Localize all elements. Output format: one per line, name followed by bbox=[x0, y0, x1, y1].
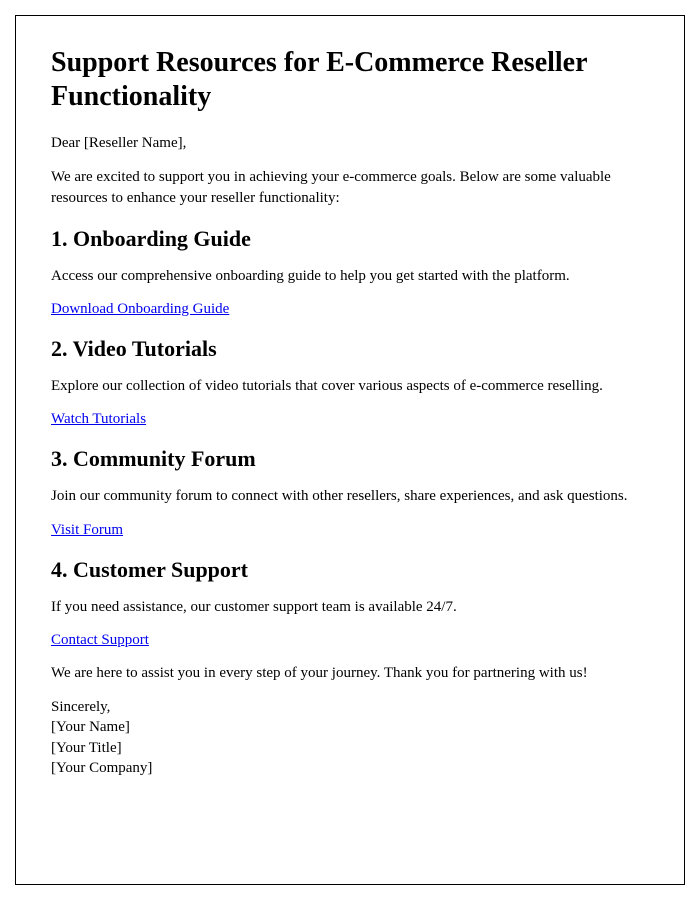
closing-paragraph: We are here to assist you in every step … bbox=[51, 663, 649, 683]
signature-block: Sincerely, [Your Name] [Your Title] [You… bbox=[51, 697, 649, 778]
section-body-tutorials: Explore our collection of video tutorial… bbox=[51, 376, 649, 396]
signoff-company: [Your Company] bbox=[51, 758, 649, 778]
signoff-title: [Your Title] bbox=[51, 738, 649, 758]
document-page: Support Resources for E-Commerce Reselle… bbox=[15, 15, 685, 885]
page-title: Support Resources for E-Commerce Reselle… bbox=[51, 46, 649, 113]
section-heading-forum: 3. Community Forum bbox=[51, 446, 649, 472]
signoff-name: [Your Name] bbox=[51, 717, 649, 737]
visit-forum-link[interactable]: Visit Forum bbox=[51, 522, 123, 538]
intro-paragraph: We are excited to support you in achievi… bbox=[51, 167, 649, 208]
section-heading-support: 4. Customer Support bbox=[51, 557, 649, 583]
greeting: Dear [Reseller Name], bbox=[51, 133, 649, 153]
section-heading-onboarding: 1. Onboarding Guide bbox=[51, 226, 649, 252]
watch-tutorials-link[interactable]: Watch Tutorials bbox=[51, 411, 146, 427]
section-body-onboarding: Access our comprehensive onboarding guid… bbox=[51, 266, 649, 286]
onboarding-guide-link[interactable]: Download Onboarding Guide bbox=[51, 301, 229, 317]
section-heading-tutorials: 2. Video Tutorials bbox=[51, 336, 649, 362]
signoff-line: Sincerely, bbox=[51, 697, 649, 717]
section-body-support: If you need assistance, our customer sup… bbox=[51, 597, 649, 617]
section-body-forum: Join our community forum to connect with… bbox=[51, 486, 649, 506]
contact-support-link[interactable]: Contact Support bbox=[51, 632, 149, 648]
